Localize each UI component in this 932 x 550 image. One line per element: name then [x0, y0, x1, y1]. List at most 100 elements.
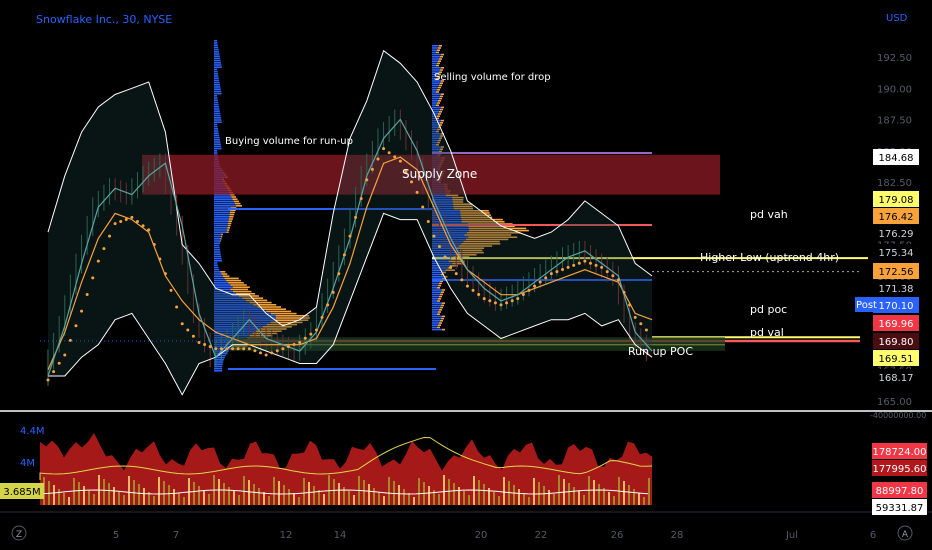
profile-bar — [439, 309, 442, 311]
profile-bar — [214, 62, 221, 64]
profile-bar — [214, 286, 233, 288]
profile-bar — [442, 315, 445, 318]
vwap-dot — [175, 305, 179, 309]
time-tick-label: 28 — [671, 530, 684, 541]
profile-bar — [441, 67, 444, 69]
profile-bar — [214, 260, 222, 262]
profile-bar — [432, 295, 439, 298]
profile-bar — [432, 106, 441, 109]
vwap-dot — [247, 347, 251, 351]
profile-bar — [432, 282, 439, 285]
vwap-dot — [460, 278, 464, 282]
profile-bar — [432, 315, 442, 318]
profile-bar — [214, 84, 220, 86]
annotation-selling-volume[interactable]: Selling volume for drop — [434, 72, 551, 83]
profile-bar — [436, 91, 439, 93]
vwap-dot — [152, 242, 156, 246]
profile-bar — [229, 211, 235, 214]
profile-bar — [432, 293, 440, 296]
vwap-dot — [398, 159, 402, 163]
profile-bar — [432, 324, 438, 326]
annotation-pd-poc[interactable]: pd poc — [750, 303, 787, 316]
profile-bar — [437, 326, 440, 329]
annotation-buying-volume[interactable]: Buying volume for run-up — [225, 136, 353, 147]
profile-bar — [438, 324, 441, 326]
time-tick-label: 7 — [173, 530, 179, 541]
annotation-pd-vah[interactable]: pd vah — [750, 208, 788, 221]
profile-bar — [432, 102, 437, 104]
auto-scale-button-label: A — [902, 530, 909, 540]
profile-bar — [432, 89, 437, 91]
vwap-dot — [320, 315, 324, 319]
vwap-dot — [96, 259, 100, 263]
profile-bar — [214, 123, 218, 126]
profile-bar — [214, 112, 221, 115]
annotation-pd-val[interactable]: pd val — [750, 326, 784, 339]
profile-bar — [214, 119, 222, 121]
profile-bar — [214, 198, 233, 200]
profile-bar — [234, 202, 241, 205]
profile-bar — [214, 59, 221, 62]
price-tick-label: 192.50 — [877, 53, 912, 64]
profile-bar — [214, 262, 218, 264]
profile-bar — [432, 108, 440, 111]
annotation-higher-low[interactable]: Higher Low (uptrend 4hr) — [700, 251, 839, 264]
vwap-dot — [275, 349, 279, 353]
profile-bar — [270, 312, 297, 315]
price-tag-label: 169.51 — [879, 354, 914, 365]
profile-bar — [214, 218, 229, 220]
profile-bar — [214, 42, 218, 44]
profile-bar — [214, 110, 220, 112]
chart-canvas[interactable]: Snowflake Inc., 30, NYSE USD Buying volu… — [0, 0, 932, 550]
vwap-dot — [566, 265, 570, 269]
profile-bar — [441, 93, 444, 95]
profile-bar — [222, 275, 230, 277]
profile-bar — [432, 58, 439, 60]
profile-bar — [441, 106, 444, 109]
profile-bar — [432, 326, 437, 329]
vwap-dot — [482, 297, 486, 301]
profile-bar — [214, 53, 220, 55]
vwap-dot — [376, 157, 380, 161]
profile-bar — [440, 122, 443, 124]
vwap-dot — [577, 261, 581, 265]
volume-tag-label: 59331.87 — [876, 503, 924, 514]
vwap-dot — [505, 301, 509, 305]
profile-bar — [440, 306, 443, 309]
profile-bar — [214, 117, 221, 119]
vwap-dot — [169, 288, 173, 292]
profile-bar — [214, 213, 230, 216]
profile-bar — [214, 266, 219, 269]
profile-bar — [214, 73, 218, 75]
profile-bar — [214, 88, 221, 90]
profile-bar — [214, 90, 222, 93]
profile-bar — [441, 304, 444, 307]
annotation-run-up-poc[interactable]: Run up POC — [628, 345, 693, 358]
profile-bar — [229, 216, 234, 218]
profile-bar — [432, 93, 441, 95]
profile-bar — [438, 86, 441, 89]
vwap-dot — [135, 220, 139, 224]
profile-bar — [432, 51, 436, 54]
profile-bar — [432, 47, 438, 49]
profile-bar — [214, 235, 221, 238]
vwap-dot — [555, 270, 559, 274]
profile-bar — [214, 202, 235, 205]
profile-bar — [441, 53, 444, 56]
profile-bar — [438, 60, 441, 62]
profile-bar — [214, 101, 219, 104]
time-tick-label: 26 — [611, 530, 624, 541]
vwap-dot — [180, 322, 184, 326]
profile-bar — [214, 114, 221, 117]
profile-bar — [214, 92, 222, 95]
vwap-dot — [616, 278, 620, 282]
profile-bar — [432, 300, 437, 302]
profile-bar — [439, 322, 442, 324]
profile-bar — [214, 209, 231, 211]
vwap-dot — [91, 276, 95, 280]
profile-bar — [438, 284, 441, 287]
profile-bar — [228, 282, 244, 284]
symbol-title[interactable]: Snowflake Inc., 30, NYSE — [36, 13, 172, 26]
profile-bar — [432, 97, 439, 100]
annotation-supply-zone[interactable]: Supply Zone — [402, 167, 477, 181]
